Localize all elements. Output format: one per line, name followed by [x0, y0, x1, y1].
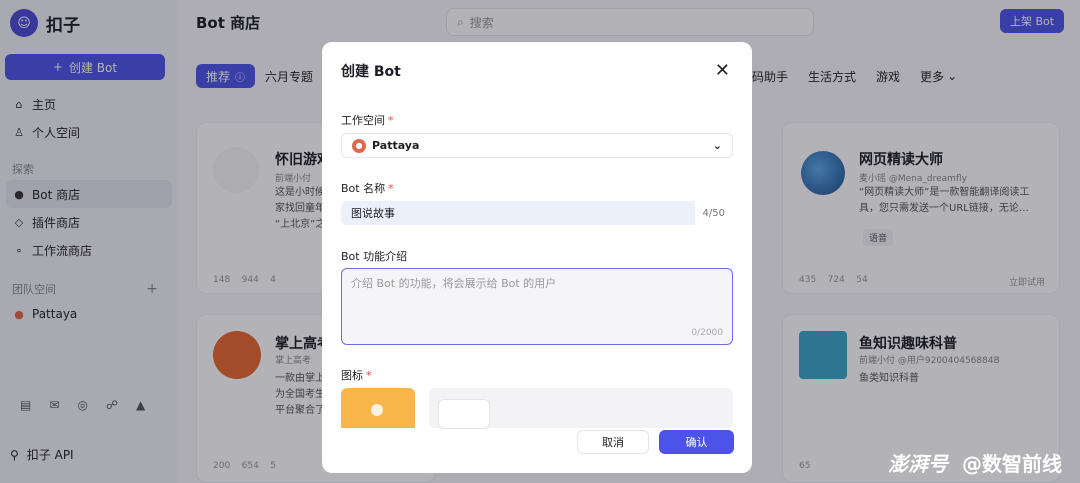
bot-desc-counter: 0/2000	[691, 328, 723, 338]
bot-name-label-text: Bot 名称	[341, 182, 386, 195]
bot-name-input[interactable]: 图说故事 4/50	[341, 201, 733, 225]
create-bot-dialog: 创建 Bot ✕ 工作空间 * ● Pattaya ⌄ Bot 名称 * 图说故事 …	[322, 42, 752, 473]
watermark: 澎湃号 @数智前线	[888, 448, 1062, 477]
required-mark: *	[388, 182, 394, 195]
workspace-label-text: 工作空间	[341, 114, 385, 127]
team-avatar-icon: ●	[352, 138, 366, 153]
watermark-brand: 澎湃号	[888, 452, 948, 476]
required-mark: *	[366, 369, 372, 382]
workspace-select[interactable]: ● Pattaya ⌄	[341, 133, 733, 158]
icon-upload-button[interactable]	[438, 399, 490, 429]
watermark-account: @数智前线	[962, 452, 1062, 476]
dialog-title: 创建 Bot	[341, 64, 401, 80]
icon-label: 图标 *	[341, 367, 372, 383]
required-mark: *	[388, 114, 394, 127]
bot-icon-preview[interactable]	[341, 388, 415, 428]
bot-desc-textarea[interactable]: 介绍 Bot 的功能，将会展示给 Bot 的用户 0/2000	[341, 268, 733, 345]
bot-name-counter: 4/50	[694, 201, 733, 225]
cancel-button[interactable]: 取消	[577, 430, 649, 454]
bot-name-label: Bot 名称 *	[341, 180, 394, 196]
close-icon[interactable]: ✕	[715, 60, 730, 81]
workspace-value: Pattaya	[372, 139, 420, 152]
bot-name-value: 图说故事	[351, 207, 395, 220]
bot-desc-label: Bot 功能介绍	[341, 250, 408, 263]
bot-desc-placeholder: 介绍 Bot 的功能，将会展示给 Bot 的用户	[351, 277, 557, 290]
confirm-button[interactable]: 确认	[659, 430, 734, 454]
icon-label-text: 图标	[341, 369, 363, 382]
chevron-down-icon: ⌄	[712, 139, 722, 152]
workspace-label: 工作空间 *	[341, 112, 394, 128]
icon-generate-area	[429, 388, 733, 429]
icon-figure	[371, 404, 383, 416]
